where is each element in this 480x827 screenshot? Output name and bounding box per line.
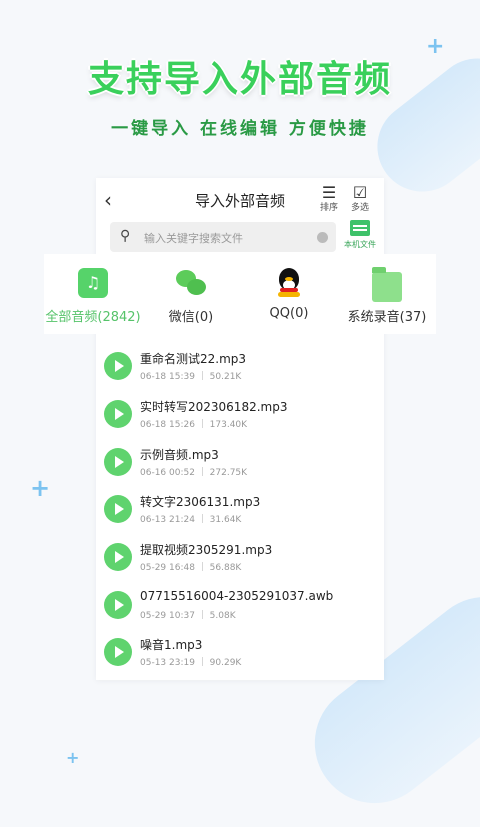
play-icon[interactable]	[104, 638, 132, 666]
top-bar: ‹ 导入外部音频 ☰ 排序 ☑ 多选	[96, 178, 384, 222]
list-item[interactable]: 提取视频2305291.mp3 05-29 16:48 ｜ 56.88K	[104, 541, 384, 585]
checkbox-icon: ☑	[352, 183, 368, 202]
list-item[interactable]: 转文字2306131.mp3 06-13 21:24 ｜ 31.64K	[104, 493, 384, 537]
file-name: 噪音1.mp3	[140, 638, 203, 652]
category-all-audio[interactable]: ♫ 全部音频(2842)	[44, 254, 142, 325]
file-meta: 06-13 21:24 ｜ 31.64K	[140, 515, 242, 525]
file-name: 提取视频2305291.mp3	[140, 543, 273, 557]
promo-subtitle: 一键导入 在线编辑 方便快捷	[111, 119, 369, 139]
category-qq[interactable]: QQ(0)	[240, 254, 338, 321]
category-label: 微信(0)	[168, 310, 214, 325]
file-name: 转文字2306131.mp3	[140, 495, 261, 509]
category-label: 系统录音(37)	[347, 310, 427, 325]
list-item[interactable]: 示例音频.mp3 06-16 00:52 ｜ 272.75K	[104, 446, 384, 490]
play-icon[interactable]	[104, 591, 132, 619]
sort-button[interactable]: ☰ 排序	[316, 184, 342, 214]
category-wechat[interactable]: 微信(0)	[142, 254, 240, 325]
folder-icon	[372, 267, 402, 302]
multi-select-button[interactable]: ☑ 多选	[347, 184, 373, 214]
search-icon: ⚲	[120, 228, 131, 244]
list-item[interactable]: 噪音1.mp3 05-13 23:19 ｜ 90.29K	[104, 636, 384, 680]
file-name: 示例音频.mp3	[140, 448, 219, 462]
file-name: 重命名测试22.mp3	[140, 352, 247, 366]
file-name: 07715516004-2305291037.awb	[140, 589, 334, 603]
wechat-icon	[176, 268, 206, 298]
list-item[interactable]: 重命名测试22.mp3 06-18 15:39 ｜ 50.21K	[104, 350, 384, 394]
local-files-icon	[350, 220, 370, 236]
list-item[interactable]: 实时转写202306182.mp3 06-18 15:26 ｜ 173.40K	[104, 398, 384, 442]
file-meta: 05-29 16:48 ｜ 56.88K	[140, 563, 242, 573]
search-bar[interactable]: ⚲ 输入关键字搜索文件	[110, 222, 336, 252]
plus-decor-icon: +	[66, 748, 80, 767]
qq-penguin-icon	[274, 268, 304, 298]
clear-icon[interactable]	[317, 232, 328, 243]
file-meta: 05-13 23:19 ｜ 90.29K	[140, 658, 242, 668]
sort-icon: ☰	[321, 183, 337, 202]
category-tabs: ♫ 全部音频(2842) 微信(0) QQ(0) 系统录音(37)	[44, 254, 436, 334]
sort-label: 排序	[319, 203, 338, 213]
play-icon[interactable]	[104, 448, 132, 476]
play-icon[interactable]	[104, 543, 132, 571]
category-label: 全部音频(2842)	[45, 310, 141, 325]
list-item[interactable]: 07715516004-2305291037.awb 05-29 10:37 ｜…	[104, 589, 384, 633]
file-meta: 06-18 15:26 ｜ 173.40K	[140, 420, 248, 430]
play-icon[interactable]	[104, 352, 132, 380]
file-meta: 05-29 10:37 ｜ 5.08K	[140, 611, 236, 621]
category-label: QQ(0)	[269, 306, 309, 321]
category-system-recordings[interactable]: 系统录音(37)	[338, 254, 436, 325]
local-files-button[interactable]: 本机文件	[342, 220, 378, 250]
search-input[interactable]: 输入关键字搜索文件	[144, 230, 243, 246]
music-note-icon: ♫	[78, 268, 108, 298]
play-icon[interactable]	[104, 400, 132, 428]
play-icon[interactable]	[104, 495, 132, 523]
plus-decor-icon: +	[30, 474, 51, 502]
promo-title: 支持导入外部音频	[87, 59, 392, 100]
file-meta: 06-16 00:52 ｜ 272.75K	[140, 468, 248, 478]
local-files-label: 本机文件	[344, 240, 376, 249]
file-name: 实时转写202306182.mp3	[140, 400, 288, 414]
file-meta: 06-18 15:39 ｜ 50.21K	[140, 372, 242, 382]
multi-select-label: 多选	[350, 203, 369, 213]
